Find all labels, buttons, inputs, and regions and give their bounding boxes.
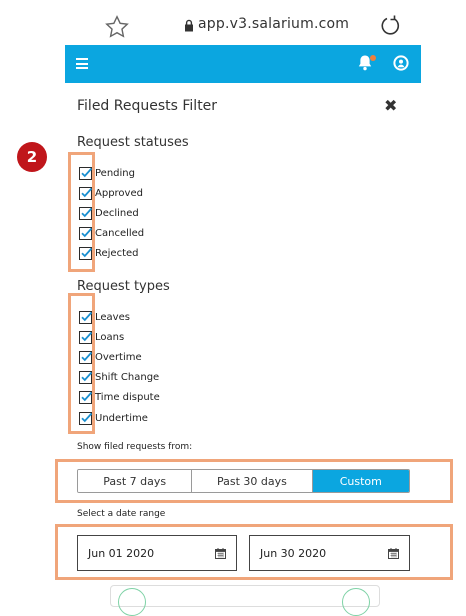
notification-dot — [370, 55, 376, 61]
checkbox-declined[interactable] — [79, 206, 93, 220]
date-to-field[interactable]: Jun 30 2020 — [249, 535, 410, 571]
checkmark-icon — [81, 392, 93, 402]
url-text[interactable]: app.v3.salarium.com — [198, 16, 349, 32]
checkbox-time-dispute[interactable] — [79, 391, 93, 405]
checkbox-row-shift-change[interactable]: Shift Change — [79, 370, 159, 386]
filter-title: Filed Requests Filter — [77, 98, 218, 114]
checkbox-pending[interactable] — [79, 166, 93, 180]
checkbox-label-cancelled: Cancelled — [95, 228, 145, 240]
star-icon[interactable] — [104, 14, 130, 40]
checkbox-loans[interactable] — [79, 330, 93, 344]
checkbox-label-approved: Approved — [95, 187, 143, 199]
checkmark-icon — [81, 331, 93, 341]
checkbox-row-rejected[interactable]: Rejected — [79, 246, 139, 262]
hamburger-menu-icon[interactable] — [76, 58, 88, 69]
checkbox-label-declined: Declined — [95, 207, 139, 219]
checkbox-label-time-dispute: Time dispute — [95, 392, 160, 404]
checkbox-label-pending: Pending — [95, 167, 135, 179]
period-selector: Past 7 days Past 30 days Custom — [77, 469, 410, 493]
checkbox-label-loans: Loans — [95, 331, 125, 343]
checkbox-row-undertime[interactable]: Undertime — [79, 410, 148, 426]
checkbox-row-overtime[interactable]: Overtime — [79, 349, 142, 365]
checkbox-undertime[interactable] — [79, 411, 93, 425]
card-circle-icon — [118, 588, 146, 616]
checkbox-label-shift-change: Shift Change — [95, 372, 160, 384]
checkmark-icon — [81, 351, 93, 362]
checkmark-icon — [81, 412, 93, 422]
checkbox-shift-change[interactable] — [79, 371, 93, 385]
date-range-label: Select a date range — [77, 509, 166, 519]
checkmark-icon — [81, 248, 93, 258]
checkbox-approved[interactable] — [79, 186, 93, 200]
checkbox-row-leaves[interactable]: Leaves — [79, 309, 130, 325]
checkmark-icon — [81, 167, 93, 177]
date-to-value: Jun 30 2020 — [260, 546, 327, 560]
checkbox-label-undertime: Undertime — [95, 412, 148, 424]
checkbox-rejected[interactable] — [79, 247, 93, 261]
checkmark-icon — [81, 187, 93, 197]
card-circle-icon — [342, 588, 370, 616]
checkbox-label-rejected: Rejected — [95, 248, 139, 260]
bottom-card — [110, 585, 380, 607]
checkmark-icon — [81, 207, 93, 218]
checkmark-icon — [81, 227, 93, 238]
period-option-past-7-days[interactable]: Past 7 days — [78, 470, 193, 492]
step-badge: 2 — [17, 142, 47, 172]
user-icon[interactable] — [393, 55, 409, 71]
types-heading: Request types — [77, 279, 170, 294]
date-from-value: Jun 01 2020 — [88, 546, 155, 560]
checkbox-row-approved[interactable]: Approved — [79, 185, 143, 201]
lock-icon — [185, 19, 193, 32]
checkbox-label-overtime: Overtime — [95, 351, 142, 363]
statuses-heading: Request statuses — [77, 135, 189, 150]
checkmark-icon — [81, 311, 93, 321]
reload-icon[interactable] — [378, 14, 402, 38]
period-option-custom[interactable]: Custom — [312, 470, 409, 492]
checkbox-row-time-dispute[interactable]: Time dispute — [79, 390, 160, 406]
checkbox-label-leaves: Leaves — [95, 311, 130, 323]
checkbox-overtime[interactable] — [79, 350, 93, 364]
checkbox-leaves[interactable] — [79, 310, 93, 324]
close-icon[interactable]: ✖ — [384, 96, 397, 115]
checkbox-row-pending[interactable]: Pending — [79, 165, 135, 181]
calendar-icon[interactable] — [215, 547, 226, 559]
calendar-icon[interactable] — [388, 547, 399, 559]
date-from-field[interactable]: Jun 01 2020 — [77, 535, 237, 571]
checkbox-cancelled[interactable] — [79, 227, 93, 241]
checkmark-icon — [81, 371, 93, 382]
period-option-past-30-days[interactable]: Past 30 days — [192, 470, 313, 492]
show-from-label: Show filed requests from: — [77, 442, 193, 452]
checkbox-row-loans[interactable]: Loans — [79, 329, 124, 345]
checkbox-row-declined[interactable]: Declined — [79, 205, 139, 221]
checkbox-row-cancelled[interactable]: Cancelled — [79, 226, 144, 242]
